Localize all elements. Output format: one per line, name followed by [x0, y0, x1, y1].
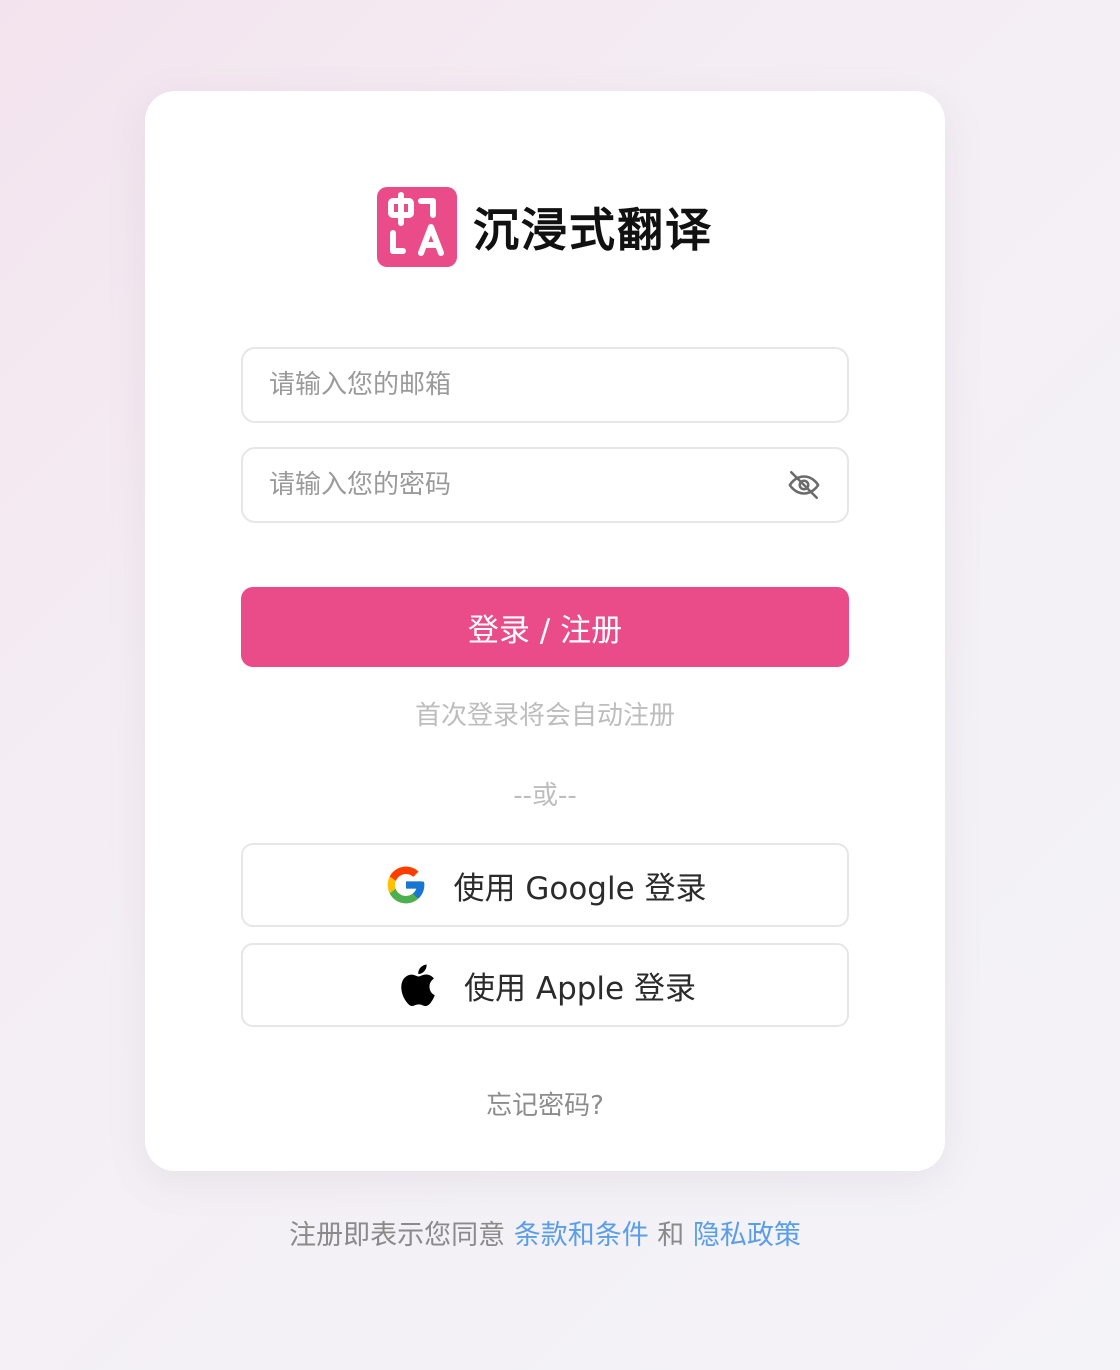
password-field-wrapper: [241, 447, 849, 523]
forgot-password-link[interactable]: 忘记密码?: [145, 1085, 945, 1122]
terms-and: 和: [657, 1220, 685, 1251]
google-icon: [383, 862, 429, 908]
terms-notice: 注册即表示您同意 条款和条件 和 隐私政策: [0, 1213, 1090, 1252]
or-divider: --或--: [513, 781, 577, 811]
login-register-button[interactable]: 登录 / 注册: [241, 587, 849, 667]
privacy-link[interactable]: 隐私政策: [693, 1220, 801, 1251]
brand-header: 沉浸式翻译: [377, 187, 713, 267]
google-login-button[interactable]: 使用 Google 登录: [241, 843, 849, 927]
terms-link[interactable]: 条款和条件: [514, 1220, 649, 1251]
auto-register-hint: 首次登录将会自动注册: [414, 701, 675, 731]
apple-login-label: 使用 Apple 登录: [464, 970, 696, 1007]
eye-off-icon[interactable]: [787, 468, 821, 502]
google-login-label: 使用 Google 登录: [453, 870, 707, 907]
app-logo-icon: [377, 187, 457, 267]
apple-icon: [394, 962, 440, 1008]
email-input[interactable]: [269, 370, 821, 400]
email-field-wrapper: [241, 347, 849, 423]
terms-prefix: 注册即表示您同意: [289, 1220, 506, 1251]
brand-name: 沉浸式翻译: [473, 203, 713, 257]
apple-login-button[interactable]: 使用 Apple 登录: [241, 943, 849, 1027]
password-input[interactable]: [269, 470, 787, 500]
login-card: 沉浸式翻译 登录 / 注册 首次登录将会自动注册 --或-- 使用 Google…: [145, 91, 945, 1171]
